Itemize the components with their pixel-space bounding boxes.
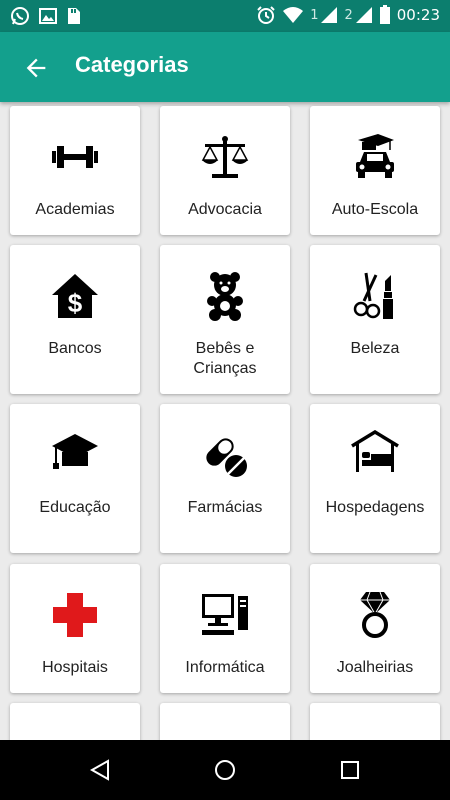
category-grid: Academias Advocacia Auto-Escola $ Bancos…: [0, 102, 450, 740]
computer-icon: [202, 594, 248, 635]
dumbbell-icon: [52, 146, 98, 168]
system-nav-bar: [0, 740, 450, 800]
home-circle-icon[interactable]: [213, 758, 237, 782]
category-label: Bancos: [48, 340, 102, 357]
category-label: Hospedagens: [325, 499, 425, 516]
bank-house-dollar-icon: $: [52, 274, 98, 318]
diamond-ring-icon: [360, 591, 390, 638]
sd-card-icon: [68, 8, 80, 24]
category-label: Educação: [39, 499, 111, 516]
category-label: Advocacia: [188, 201, 262, 218]
arrow-left-icon[interactable]: [22, 54, 50, 82]
whatsapp-icon: [11, 7, 29, 25]
scales-icon: [201, 136, 249, 178]
category-card-partial-3[interactable]: [310, 703, 440, 740]
category-card-advocacia[interactable]: Advocacia: [160, 106, 290, 235]
sim2-label: 2: [344, 7, 353, 23]
category-card-auto-escola[interactable]: Auto-Escola: [310, 106, 440, 235]
app-bar: Categorias: [0, 32, 450, 102]
status-left-icons: [10, 6, 82, 26]
partial-icon: [200, 729, 250, 740]
category-label: Farmácias: [187, 499, 263, 516]
category-label: Beleza: [350, 340, 400, 357]
signal-icon-2: [355, 7, 372, 23]
category-card-academias[interactable]: Academias: [10, 106, 140, 235]
category-label: Auto-Escola: [331, 201, 419, 218]
category-card-bebes-criancas[interactable]: Bebês e Crianças: [160, 245, 290, 394]
fork-icon: [50, 729, 100, 740]
category-card-hospedagens[interactable]: Hospedagens: [310, 404, 440, 553]
svg-text:$: $: [68, 288, 83, 318]
category-card-educacao[interactable]: Educação: [10, 404, 140, 553]
back-triangle-icon[interactable]: [88, 758, 112, 782]
category-label: Informática: [185, 659, 265, 676]
category-label: Bebês e Crianças: [193, 340, 257, 377]
category-card-joalheirias[interactable]: Joalheirias: [310, 564, 440, 693]
status-right-icons: 1 2 00:23: [256, 5, 440, 25]
page-title: Categorias: [75, 52, 189, 77]
sim1-label: 1: [310, 7, 319, 23]
category-card-partial-1[interactable]: [10, 703, 140, 740]
category-card-informatica[interactable]: Informática: [160, 564, 290, 693]
signal-icon: [321, 7, 338, 23]
category-card-hospitais[interactable]: Hospitais: [10, 564, 140, 693]
teddy-bear-icon: [207, 272, 243, 321]
alarm-icon: [257, 6, 275, 24]
pills-icon: [206, 438, 247, 477]
category-label: Academias: [35, 201, 115, 218]
red-cross-icon: [53, 593, 97, 637]
wifi-icon: [283, 7, 304, 23]
image-icon: [39, 8, 57, 24]
scissors-lipstick-icon: [353, 272, 393, 319]
category-card-farmacias[interactable]: Farmácias: [160, 404, 290, 553]
partial-icon-2: [350, 729, 400, 740]
status-time: 00:23: [396, 6, 440, 24]
category-label: Hospitais: [42, 659, 108, 676]
status-bar: 1 2 00:23: [0, 0, 450, 32]
battery-icon: [379, 5, 390, 24]
category-card-bancos[interactable]: $ Bancos: [10, 245, 140, 394]
category-card-beleza[interactable]: Beleza: [310, 245, 440, 394]
category-label: Joalheirias: [336, 659, 414, 676]
graduation-cap-icon: [52, 434, 98, 469]
car-graduation-icon: [356, 134, 394, 178]
category-card-partial-2[interactable]: [160, 703, 290, 740]
recents-square-icon[interactable]: [338, 758, 362, 782]
bed-house-icon: [351, 430, 399, 472]
